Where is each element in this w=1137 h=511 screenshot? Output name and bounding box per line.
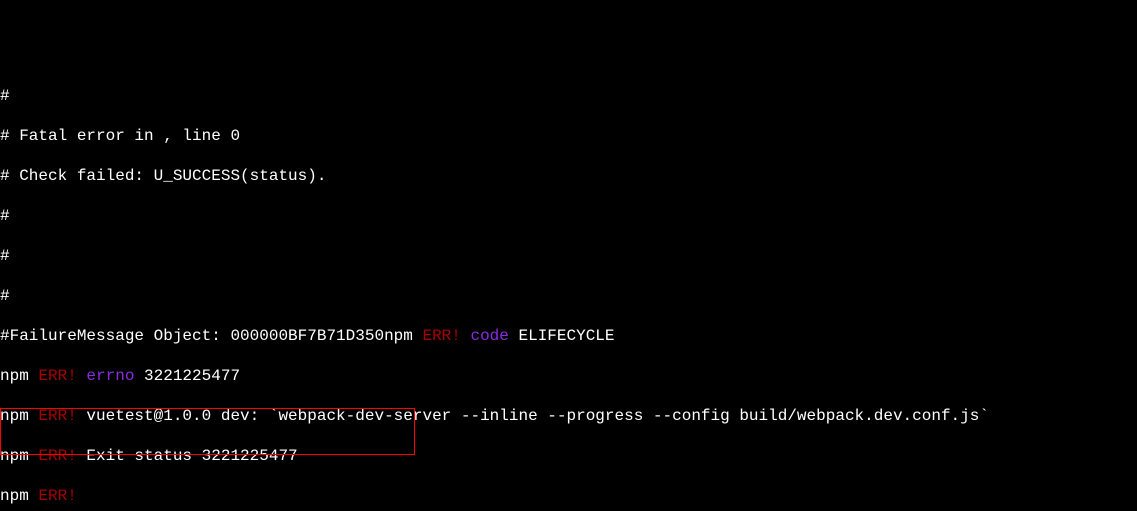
npm-errno-value: 3221225477 xyxy=(134,367,240,385)
output-line: npm ERR! Exit status 3221225477 xyxy=(0,446,1137,466)
text: vuetest@1.0.0 dev: `webpack-dev-server -… xyxy=(77,407,989,425)
output-line: # Check failed: U_SUCCESS(status). xyxy=(0,166,1137,186)
npm-errno-label: errno xyxy=(77,367,135,385)
output-line: npm ERR! xyxy=(0,486,1137,506)
output-line: npm ERR! errno 3221225477 xyxy=(0,366,1137,386)
terminal-window[interactable]: # # Fatal error in , line 0 # Check fail… xyxy=(0,0,1137,511)
npm-err-tag: ERR! xyxy=(38,367,76,385)
text: npm xyxy=(0,367,38,385)
npm-code-value: ELIFECYCLE xyxy=(509,327,615,345)
output-line: npm ERR! vuetest@1.0.0 dev: `webpack-dev… xyxy=(0,406,1137,426)
text: #FailureMessage Object: 000000BF7B71D350… xyxy=(0,327,422,345)
output-line: # xyxy=(0,206,1137,226)
text: npm xyxy=(0,487,38,505)
output-line: # Fatal error in , line 0 xyxy=(0,126,1137,146)
npm-err-tag: ERR! xyxy=(38,447,76,465)
output-line: # xyxy=(0,86,1137,106)
npm-code-label: code xyxy=(461,327,509,345)
output-line: # xyxy=(0,246,1137,266)
npm-err-tag: ERR! xyxy=(422,327,460,345)
terminal-output: # # Fatal error in , line 0 # Check fail… xyxy=(0,20,1137,511)
npm-err-tag: ERR! xyxy=(38,487,76,505)
text: Exit status 3221225477 xyxy=(77,447,298,465)
npm-err-tag: ERR! xyxy=(38,407,76,425)
output-line: #FailureMessage Object: 000000BF7B71D350… xyxy=(0,326,1137,346)
text: npm xyxy=(0,407,38,425)
output-line: # xyxy=(0,286,1137,306)
text: npm xyxy=(0,447,38,465)
